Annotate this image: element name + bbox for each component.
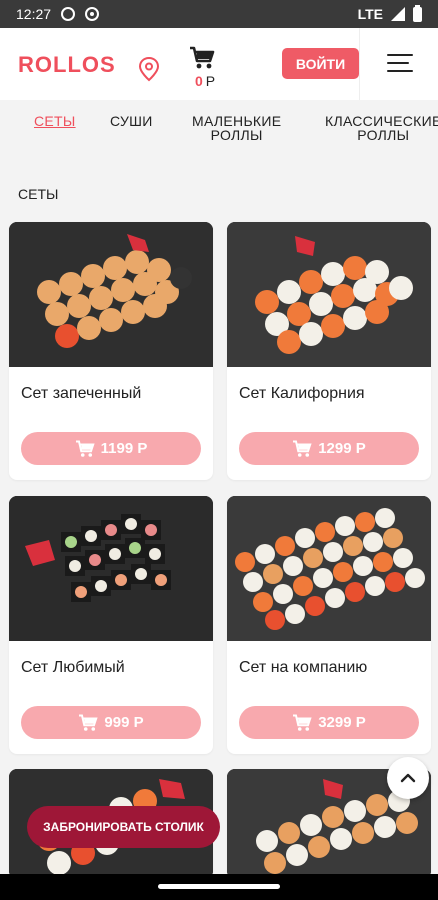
product-price: 1299 Р [318, 440, 366, 457]
product-card[interactable]: Сет Калифорния 1299 Р [227, 222, 431, 480]
header-divider [359, 28, 360, 100]
product-name: Сет запеченный [21, 385, 142, 402]
status-time: 12:27 [16, 6, 52, 22]
product-card[interactable]: Сет запеченный 1199 Р [9, 222, 213, 480]
cart-icon [79, 714, 98, 731]
cart-icon [190, 46, 215, 69]
add-to-cart-button[interactable]: 1299 Р [239, 432, 419, 465]
add-to-cart-button[interactable]: 3299 Р [239, 706, 419, 739]
tab-small-rolls[interactable]: МАЛЕНЬКИЕ РОЛЛЫ [192, 114, 281, 142]
add-to-cart-button[interactable]: 1199 Р [21, 432, 201, 465]
cart-icon [293, 440, 312, 457]
cart-icon [75, 440, 95, 457]
product-price: 999 Р [104, 714, 144, 731]
dnd-icon [61, 7, 76, 21]
menu-icon[interactable] [387, 52, 413, 74]
product-image[interactable] [9, 496, 213, 641]
scroll-top-button[interactable] [387, 757, 429, 799]
product-name: Сет Любимый [21, 659, 125, 676]
cart-currency: Р [205, 73, 216, 89]
location-pin-icon[interactable] [138, 56, 160, 82]
product-name: Сет на компанию [239, 659, 368, 676]
logo[interactable]: ROLLOS [18, 52, 116, 78]
login-button[interactable]: ВОЙТИ [282, 48, 359, 79]
tab-sushi[interactable]: СУШИ [110, 114, 153, 128]
cart-icon [293, 714, 312, 731]
app-header: ROLLOS 0Р ВОЙТИ [0, 28, 438, 100]
product-card[interactable]: Сет Любимый 999 Р [9, 496, 213, 754]
product-image[interactable] [227, 496, 431, 641]
product-image[interactable] [227, 222, 431, 367]
tab-classic-rolls[interactable]: КЛАССИЧЕСКИЕ РОЛЛЫ [325, 114, 438, 142]
product-name: Сет Калифорния [239, 385, 365, 402]
category-tabs: СЕТЫ СУШИ МАЛЕНЬКИЕ РОЛЛЫ КЛАССИЧЕСКИЕ Р… [0, 100, 438, 172]
status-bar: 12:27 LTE [0, 0, 438, 28]
product-card[interactable]: Сет на компанию 3299 Р [227, 496, 431, 754]
cart-total: 0Р [195, 73, 215, 89]
section-title: СЕТЫ [18, 186, 59, 202]
vpn-icon [85, 7, 100, 21]
home-gesture-handle[interactable] [158, 884, 280, 889]
signal-icon [391, 7, 405, 21]
product-image[interactable] [9, 222, 213, 367]
product-price: 3299 Р [318, 714, 366, 731]
book-table-button[interactable]: ЗАБРОНИРОВАТЬ СТОЛИК [27, 806, 220, 848]
add-to-cart-button[interactable]: 999 Р [21, 706, 201, 739]
battery-icon [413, 4, 422, 22]
cart-amount: 0 [195, 73, 203, 89]
product-price: 1199 Р [100, 440, 148, 457]
network-type: LTE [357, 6, 383, 22]
chevron-up-icon [400, 773, 416, 783]
tab-sets[interactable]: СЕТЫ [34, 114, 76, 128]
